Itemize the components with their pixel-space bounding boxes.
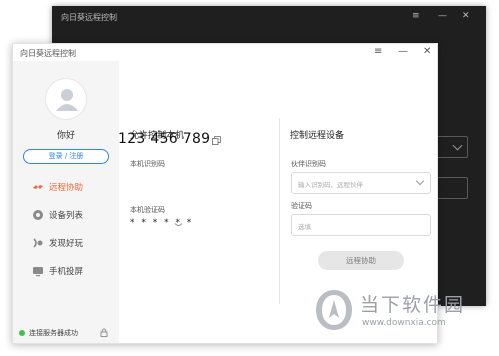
watermark-url: www.downxia.com	[362, 318, 446, 328]
local-code-value: * * * * * *	[130, 218, 194, 228]
remote-assist-button[interactable]: 远程协助	[318, 251, 404, 270]
screen: 向日葵远程控制 ≡ — ✕ 向日葵远程控制 ≡ — ✕ 你好 登录 / 注册 远…	[0, 0, 499, 356]
avatar[interactable]	[45, 78, 87, 120]
local-id-label: 本机识别码	[130, 160, 165, 168]
sidebar-item-device-list[interactable]: 设备列表	[32, 208, 83, 222]
verify-code-input[interactable]: 选填	[291, 214, 431, 236]
user-avatar-icon	[56, 89, 78, 111]
control-remote-heading: 控制远程设备	[290, 131, 345, 141]
chevron-down-icon	[452, 140, 463, 151]
partner-id-placeholder: 输入识别码、远程伙伴	[298, 181, 363, 189]
connection-status: 连接服务器成功	[19, 327, 78, 339]
background-window-title: 向日葵远程控制	[61, 13, 117, 22]
sidebar-item-discover[interactable]: 发现好玩	[32, 236, 83, 250]
lock-icon[interactable]	[100, 328, 108, 337]
status-dot-icon	[19, 330, 25, 336]
login-register-button[interactable]: 登录 / 注册	[23, 149, 109, 164]
background-menu-icon[interactable]: ≡	[412, 11, 420, 21]
remote-assist-icon	[32, 181, 44, 193]
local-id-value: 123 456 789	[118, 131, 211, 147]
watermark-brand: 当下软件园	[360, 294, 466, 316]
minimize-icon[interactable]: —	[398, 47, 408, 57]
partner-id-dropdown[interactable]: 输入识别码、远程伙伴	[291, 172, 431, 194]
sidebar-item-label: 发现好玩	[49, 239, 84, 249]
sidebar: 你好 登录 / 注册 远程协助 设备列表 发现好玩 手机投屏 连接服务器成功	[13, 61, 119, 343]
discover-icon	[32, 237, 44, 249]
partner-id-label: 伙伴识别码	[291, 160, 326, 168]
sidebar-item-label: 设备列表	[49, 211, 84, 221]
device-list-icon	[32, 209, 44, 221]
sidebar-item-screen-cast[interactable]: 手机投屏	[32, 264, 83, 278]
sidebar-item-label: 远程协助	[49, 183, 84, 193]
status-text: 连接服务器成功	[29, 329, 78, 337]
background-close-icon[interactable]: ✕	[462, 11, 470, 21]
watermark-logo	[316, 290, 352, 330]
background-minimize-icon[interactable]: —	[438, 11, 447, 21]
sidebar-item-label: 手机投屏	[49, 267, 84, 277]
menu-icon[interactable]: ≡	[374, 47, 382, 57]
copy-icon[interactable]	[212, 136, 221, 145]
sidebar-item-remote-assist[interactable]: 远程协助	[32, 180, 83, 194]
local-code-label: 本机验证码	[130, 206, 165, 214]
greeting-text: 你好	[56, 131, 75, 141]
chevron-down-icon[interactable]	[174, 222, 183, 228]
close-icon[interactable]: ✕	[423, 47, 431, 57]
screen-cast-icon	[32, 265, 44, 277]
window-title: 向日葵远程控制	[20, 49, 76, 58]
section-divider	[279, 118, 280, 304]
verify-code-label: 验证码	[291, 202, 312, 210]
verify-code-placeholder: 选填	[298, 223, 311, 231]
chevron-down-icon	[415, 176, 425, 186]
